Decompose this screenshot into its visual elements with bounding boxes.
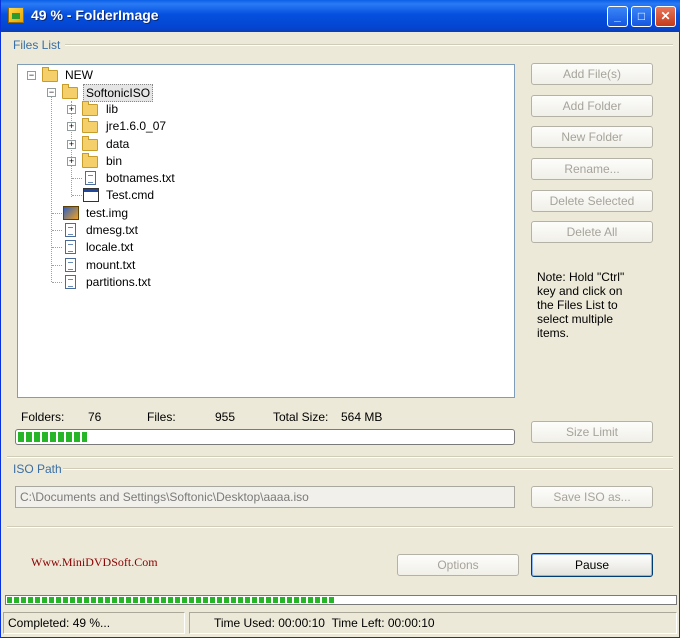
minimize-icon: _ bbox=[614, 9, 621, 23]
text-file-icon bbox=[85, 171, 96, 185]
close-button[interactable]: ✕ bbox=[655, 6, 676, 27]
tree-item-data[interactable]: + data bbox=[64, 136, 264, 152]
tree-item-label: dmesg.txt bbox=[86, 223, 139, 237]
files-list-label: Files List bbox=[13, 38, 61, 52]
delete-all-button[interactable]: Delete All bbox=[531, 221, 653, 243]
tree-item-label: Test.cmd bbox=[106, 188, 155, 202]
tree-item-mount[interactable]: mount.txt bbox=[44, 257, 244, 273]
title-bar[interactable]: 49 % - FolderImage _ □ ✕ bbox=[1, 0, 680, 32]
collapse-icon[interactable]: − bbox=[27, 71, 36, 80]
text-file-icon bbox=[65, 223, 76, 237]
section-divider bbox=[7, 456, 673, 458]
minimize-button[interactable]: _ bbox=[607, 6, 628, 27]
files-count: 955 bbox=[215, 410, 236, 424]
status-time: Time Used: 00:00:10 Time Left: 00:00:10 bbox=[189, 612, 677, 634]
app-icon bbox=[8, 7, 24, 23]
overall-progress-fill bbox=[7, 597, 334, 603]
iso-path-divider bbox=[63, 468, 673, 470]
footer-divider bbox=[7, 526, 673, 528]
text-file-icon bbox=[65, 240, 76, 254]
tree-item-label: data bbox=[106, 137, 130, 151]
collapse-icon[interactable]: − bbox=[47, 88, 56, 97]
files-tree[interactable]: − NEW − SoftonicISO + lib + jre1.6.0_07 … bbox=[17, 64, 515, 398]
multi-select-note: Note: Hold "Ctrl" key and click on the F… bbox=[537, 270, 625, 340]
tree-item-label: bin bbox=[106, 154, 123, 168]
rename-button[interactable]: Rename... bbox=[531, 158, 653, 180]
folder-icon bbox=[82, 153, 98, 168]
tree-guide bbox=[52, 247, 62, 248]
text-file-icon bbox=[65, 258, 76, 272]
total-size-label: Total Size: bbox=[273, 410, 329, 424]
new-folder-button[interactable]: New Folder bbox=[531, 126, 653, 148]
tree-item-label: partitions.txt bbox=[86, 275, 151, 289]
total-size-value: 564 MB bbox=[341, 410, 383, 424]
tree-item-new[interactable]: − NEW bbox=[24, 67, 224, 83]
status-bar: Completed: 49 %... Time Used: 00:00:10 T… bbox=[1, 610, 680, 638]
tree-item-dmesg[interactable]: dmesg.txt bbox=[44, 222, 244, 238]
iso-path-field[interactable]: C:\Documents and Settings\Softonic\Deskt… bbox=[15, 486, 515, 508]
folder-icon bbox=[42, 67, 58, 82]
maximize-button[interactable]: □ bbox=[631, 6, 652, 27]
expand-icon[interactable]: + bbox=[67, 105, 76, 114]
website-link[interactable]: Www.MiniDVDSoft.Com bbox=[31, 555, 158, 570]
tree-guide bbox=[52, 213, 62, 214]
tree-guide bbox=[52, 230, 62, 231]
size-progress-bar bbox=[15, 429, 515, 445]
status-completed: Completed: 49 %... bbox=[3, 612, 185, 634]
folder-icon bbox=[82, 101, 98, 116]
tree-item-lib[interactable]: + lib bbox=[64, 101, 264, 117]
tree-item-test-cmd[interactable]: Test.cmd bbox=[64, 187, 264, 203]
tree-item-label: SoftonicISO bbox=[83, 84, 154, 102]
tree-item-label: lib bbox=[106, 102, 119, 116]
tree-item-label: NEW bbox=[65, 68, 93, 82]
tree-item-partitions[interactable]: partitions.txt bbox=[44, 274, 244, 290]
tree-item-label: botnames.txt bbox=[106, 171, 175, 185]
expand-icon[interactable]: + bbox=[67, 157, 76, 166]
tree-item-softoniciso[interactable]: − SoftonicISO bbox=[44, 84, 244, 102]
tree-item-jre[interactable]: + jre1.6.0_07 bbox=[64, 118, 264, 134]
tree-item-label: jre1.6.0_07 bbox=[106, 119, 167, 133]
disc-image-icon bbox=[63, 206, 79, 220]
folders-count: 76 bbox=[88, 410, 102, 424]
tree-guide bbox=[72, 178, 82, 179]
folder-icon bbox=[62, 84, 78, 99]
expand-icon[interactable]: + bbox=[67, 140, 76, 149]
folder-icon bbox=[82, 136, 98, 151]
tree-item-locale[interactable]: locale.txt bbox=[44, 239, 244, 255]
app-window: 49 % - FolderImage _ □ ✕ Files List − NE… bbox=[0, 0, 680, 638]
status-time-left: Time Left: 00:00:10 bbox=[331, 616, 435, 630]
add-folder-button[interactable]: Add Folder bbox=[531, 95, 653, 117]
size-progress-fill bbox=[18, 432, 87, 442]
close-icon: ✕ bbox=[660, 9, 671, 23]
save-iso-button[interactable]: Save ISO as... bbox=[531, 486, 653, 508]
tree-item-botnames[interactable]: botnames.txt bbox=[64, 170, 264, 186]
pause-button[interactable]: Pause bbox=[531, 553, 653, 577]
tree-item-label: test.img bbox=[86, 206, 129, 220]
tree-item-bin[interactable]: + bin bbox=[64, 153, 264, 169]
expand-icon[interactable]: + bbox=[67, 122, 76, 131]
tree-item-test-img[interactable]: test.img bbox=[44, 205, 244, 221]
status-time-used: Time Used: 00:00:10 bbox=[214, 616, 325, 630]
maximize-icon: □ bbox=[637, 9, 646, 23]
folder-icon bbox=[82, 118, 98, 133]
tree-guide bbox=[52, 282, 62, 283]
tree-guide bbox=[52, 265, 62, 266]
tree-item-label: locale.txt bbox=[86, 240, 134, 254]
options-button[interactable]: Options bbox=[397, 554, 519, 576]
window-title: 49 % - FolderImage bbox=[31, 7, 159, 23]
tree-guide bbox=[72, 195, 82, 196]
tree-item-label: mount.txt bbox=[86, 258, 136, 272]
files-list-divider bbox=[65, 44, 673, 46]
folders-label: Folders: bbox=[21, 410, 65, 424]
overall-progress-bar bbox=[5, 595, 677, 605]
size-limit-button[interactable]: Size Limit bbox=[531, 421, 653, 443]
add-files-button[interactable]: Add File(s) bbox=[531, 63, 653, 85]
command-file-icon bbox=[83, 188, 99, 202]
text-file-icon bbox=[65, 275, 76, 289]
delete-selected-button[interactable]: Delete Selected bbox=[531, 190, 653, 212]
iso-path-label: ISO Path bbox=[13, 462, 62, 476]
files-label: Files: bbox=[147, 410, 176, 424]
